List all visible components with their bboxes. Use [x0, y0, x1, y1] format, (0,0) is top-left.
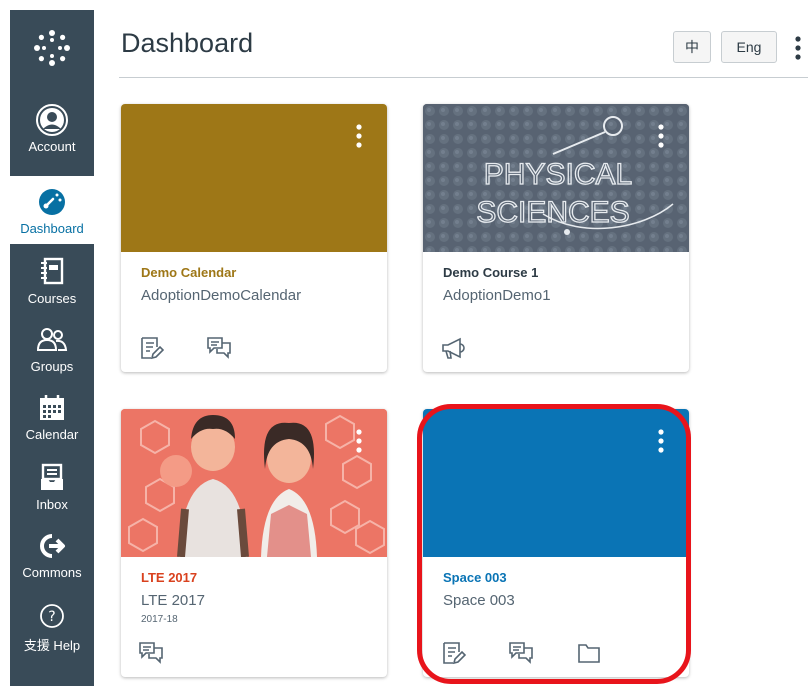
account-icon — [35, 103, 69, 137]
help-icon: ? — [35, 599, 69, 633]
kebab-icon — [658, 429, 664, 453]
course-card-hero[interactable]: PHYSICAL SCIENCES — [423, 104, 689, 252]
card-action-icons — [135, 637, 167, 671]
files-icon[interactable] — [573, 637, 605, 669]
course-code: Space 003 — [443, 592, 515, 609]
physical-sciences-image: PHYSICAL SCIENCES — [423, 104, 689, 252]
discussions-icon[interactable] — [135, 637, 167, 669]
course-card-space-003: Space 003 Space 003 — [423, 409, 689, 677]
assignments-icon[interactable] — [135, 332, 167, 364]
course-title[interactable]: LTE 2017 — [141, 570, 197, 585]
calendar-icon — [35, 391, 69, 425]
nav-item-account[interactable]: Account — [10, 94, 94, 162]
course-title[interactable]: Space 003 — [443, 570, 507, 585]
nav-label-groups: Groups — [30, 358, 74, 374]
groups-icon — [35, 323, 69, 357]
students-image — [121, 409, 387, 557]
card-options-button[interactable] — [653, 122, 669, 150]
course-title[interactable]: Demo Course 1 — [443, 265, 538, 280]
chinese-language-button[interactable]: 中 — [673, 31, 711, 63]
course-card-demo-calendar: Demo Calendar AdoptionDemoCalendar — [121, 104, 387, 372]
canvas-logo-icon — [34, 30, 70, 66]
hero-text-sciences: SCIENCES — [476, 196, 629, 229]
card-action-icons — [437, 637, 605, 671]
nav-item-inbox[interactable]: Inbox — [10, 452, 94, 520]
card-action-icons — [437, 332, 469, 366]
discussions-icon[interactable] — [203, 332, 235, 364]
course-card-hero[interactable] — [121, 104, 387, 252]
inbox-icon — [35, 461, 69, 495]
nav-label-courses: Courses — [27, 290, 77, 306]
nav-label-help: 支援 Help — [23, 637, 81, 653]
course-card-hero[interactable] — [423, 409, 689, 557]
announcements-icon[interactable] — [437, 332, 469, 364]
svg-text:?: ? — [48, 609, 55, 625]
canvas-logo[interactable] — [10, 10, 94, 86]
nav-item-groups[interactable]: Groups — [10, 314, 94, 382]
dashboard-icon — [35, 185, 69, 219]
nav-label-inbox: Inbox — [36, 496, 68, 512]
card-options-button[interactable] — [351, 427, 367, 455]
nav-item-dashboard[interactable]: Dashboard — [10, 176, 94, 244]
kebab-icon — [356, 124, 362, 148]
course-card-demo-course-1: PHYSICAL SCIENCES Demo Course 1 Adoption… — [423, 104, 689, 372]
kebab-icon — [795, 36, 801, 60]
page-title: Dashboard — [121, 28, 254, 58]
courses-icon — [35, 255, 69, 289]
dashboard-options-button[interactable] — [790, 34, 806, 62]
nav-item-commons[interactable]: Commons — [10, 520, 94, 588]
card-action-icons — [135, 332, 235, 366]
course-code: AdoptionDemo1 — [443, 287, 551, 304]
nav-item-courses[interactable]: Courses — [10, 246, 94, 314]
nav-item-calendar[interactable]: Calendar — [10, 382, 94, 450]
course-title[interactable]: Demo Calendar — [141, 265, 236, 280]
course-card-hero[interactable] — [121, 409, 387, 557]
nav-label-dashboard: Dashboard — [20, 220, 84, 236]
hero-text-physical: PHYSICAL — [484, 158, 632, 191]
card-options-button[interactable] — [653, 427, 669, 455]
kebab-icon — [658, 124, 664, 148]
discussions-icon[interactable] — [505, 637, 537, 669]
nav-item-help[interactable]: ? 支援 Help — [10, 592, 94, 660]
course-card-lte-2017: LTE 2017 LTE 2017 2017-18 — [121, 409, 387, 677]
nav-label-calendar: Calendar — [25, 426, 79, 442]
assignments-icon[interactable] — [437, 637, 469, 669]
english-language-button[interactable]: Eng — [721, 31, 777, 63]
nav-label-account: Account — [28, 138, 76, 154]
course-term: 2017-18 — [141, 614, 178, 625]
nav-label-commons: Commons — [22, 564, 82, 580]
card-options-button[interactable] — [351, 122, 367, 150]
course-code: AdoptionDemoCalendar — [141, 287, 302, 304]
commons-icon — [35, 529, 69, 563]
global-navigation: Account Dashboard Courses Groups Calenda… — [10, 10, 94, 686]
header-divider — [119, 77, 808, 78]
kebab-icon — [356, 429, 362, 453]
course-code: LTE 2017 — [141, 592, 205, 609]
